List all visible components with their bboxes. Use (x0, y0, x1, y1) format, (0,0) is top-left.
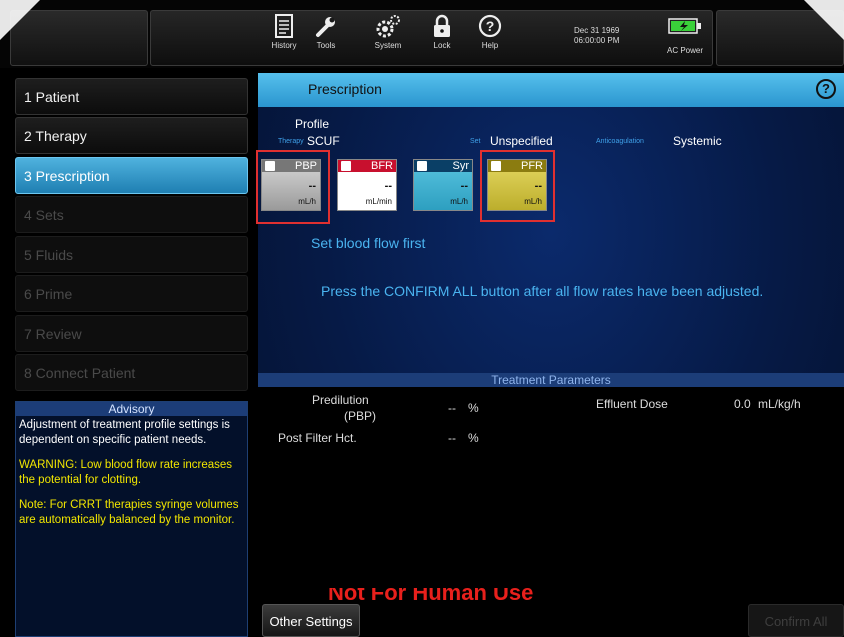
confirm-all-button[interactable]: Confirm All (748, 604, 844, 637)
history-label: History (271, 41, 297, 50)
nav-step-connect-patient: 8 Connect Patient (15, 354, 248, 391)
toolbar-right-panel (716, 10, 844, 66)
time-text: 06:00:00 PM (574, 36, 620, 45)
other-settings-button[interactable]: Other Settings (262, 604, 360, 637)
pfr-highlight-box (480, 150, 555, 222)
prescription-panel: Prescription ? Profile Therapy SCUF Set … (256, 73, 844, 600)
nav-step-sets: 4 Sets (15, 196, 248, 233)
post-filter-hct-unit: % (468, 431, 479, 445)
predilution-value: -- (448, 401, 456, 415)
date-text: Dec 31 1969 (574, 26, 620, 35)
nav-step-prime: 6 Prime (15, 275, 248, 312)
therapy-value: SCUF (307, 134, 340, 148)
wrench-icon (316, 17, 335, 37)
lock-label: Lock (433, 41, 451, 50)
effluent-dose-label: Effluent Dose (596, 397, 668, 411)
bfr-tile-header: BFR (338, 160, 396, 172)
set-value: Unspecified (490, 134, 553, 148)
power-status: AC Power (660, 18, 710, 55)
predilution-label: Predilution (312, 393, 369, 407)
system-button[interactable]: System (368, 14, 408, 50)
set-label: Set (470, 138, 481, 145)
pump-icon (341, 161, 351, 171)
bfr-tile-unit: mL/min (365, 197, 392, 206)
lock-button[interactable]: Lock (422, 14, 462, 50)
nav-step-fluids: 5 Fluids (15, 236, 248, 273)
tools-button[interactable]: Tools (306, 14, 346, 50)
predilution-unit: % (468, 401, 479, 415)
help-label: Help (481, 41, 499, 50)
treatment-parameters-panel: Treatment Parameters Predilution (PBP) -… (258, 373, 844, 600)
document-icon (275, 14, 293, 38)
post-filter-hct-label: Post Filter Hct. (278, 431, 357, 445)
advisory-note: Note: For CRRT therapies syringe volumes… (19, 499, 239, 526)
prescription-header: Prescription ? (258, 73, 844, 107)
confirm-instruction: Press the CONFIRM ALL button after all f… (321, 283, 764, 299)
question-icon: ? (478, 14, 502, 38)
not-for-human-use-watermark: Not For Human Use (328, 588, 533, 600)
svg-text:?: ? (486, 18, 495, 34)
bfr-tile[interactable]: BFR -- mL/min (337, 159, 397, 211)
predilution-sublabel: (PBP) (344, 409, 377, 423)
advisory-body: Adjustment of treatment profile settings… (16, 416, 247, 540)
help-toolbar-button[interactable]: ? Help (470, 14, 510, 50)
nav-step-patient[interactable]: 1 Patient (15, 78, 248, 115)
advisory-text: Adjustment of treatment profile settings… (19, 419, 230, 446)
syringe-icon (417, 161, 427, 171)
effluent-dose-value: 0.0 (734, 397, 751, 411)
anticoagulation-label: Anticoagulation (596, 138, 644, 145)
padlock-icon (434, 14, 450, 37)
syr-tile-value: -- (460, 180, 468, 192)
gears-icon (376, 15, 400, 38)
anticoagulation-value: Systemic (673, 134, 722, 148)
advisory-panel: Advisory Adjustment of treatment profile… (15, 401, 248, 637)
battery-icon (668, 18, 701, 34)
syr-tile-header: Syr (414, 160, 472, 172)
toolbar-left-panel (10, 10, 148, 66)
top-toolbar: History Tools System Lock ? Help Dec 31 … (0, 0, 844, 68)
bfr-tile-name: BFR (371, 160, 393, 172)
effluent-dose-unit: mL/kg/h (758, 397, 801, 411)
tools-label: Tools (316, 41, 336, 50)
page-title: Prescription (308, 81, 382, 97)
syr-tile-name: Syr (452, 160, 470, 172)
nav-step-therapy[interactable]: 2 Therapy (15, 117, 248, 154)
power-label: AC Power (666, 46, 703, 55)
syr-tile[interactable]: Syr -- mL/h (413, 159, 473, 211)
treatment-parameters-title: Treatment Parameters (258, 373, 844, 387)
pbp-highlight-box (256, 150, 330, 224)
nav-step-review: 7 Review (15, 315, 248, 352)
post-filter-hct-value: -- (448, 431, 456, 445)
advisory-warning: WARNING: Low blood flow rate increases t… (19, 459, 233, 486)
advisory-title: Advisory (16, 402, 247, 416)
therapy-label: Therapy (278, 138, 304, 145)
history-button[interactable]: History (264, 14, 304, 50)
system-label: System (374, 41, 402, 50)
profile-label: Profile (295, 117, 330, 131)
nav-step-prescription[interactable]: 3 Prescription (15, 157, 248, 194)
bfr-tile-value: -- (384, 180, 392, 192)
set-blood-flow-message: Set blood flow first (311, 235, 426, 251)
date-time-display: Dec 31 1969 06:00:00 PM (574, 26, 619, 46)
syr-tile-unit: mL/h (450, 197, 468, 206)
help-button[interactable]: ? (816, 79, 836, 99)
